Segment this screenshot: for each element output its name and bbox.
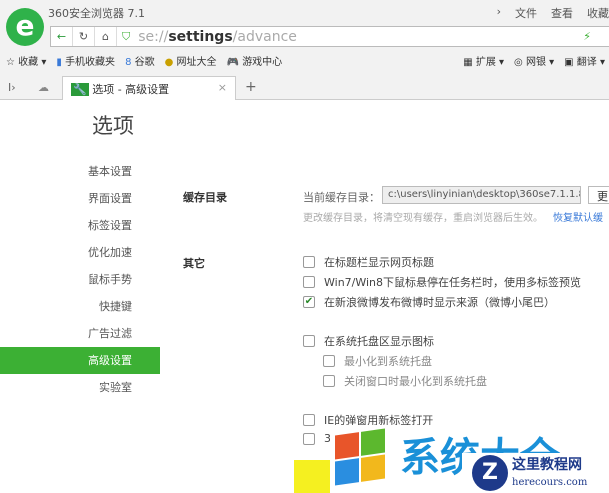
browser-chrome: e 360安全浏览器 7.1 › 文件 查看 收藏 ← ↻ ⌂ ⛉ se://s… (0, 0, 609, 100)
checkbox[interactable] (303, 256, 315, 268)
option-row[interactable]: ✔ 在新浪微博发布微博时显示来源（微博小尾巴） (303, 294, 555, 310)
option-label: 关闭窗口时最小化到系统托盘 (344, 375, 487, 388)
cache-current-label: 当前缓存目录： (303, 191, 380, 204)
restore-default-link[interactable]: 恢复默认缓 (553, 209, 603, 224)
other-label: 其它 (183, 257, 205, 270)
extensions-button[interactable]: ▦ 扩展 ▾ (463, 53, 504, 68)
toolbar-right: ▦ 扩展 ▾ ◎ 网银 ▾ ▣ 翻译 ▾ (463, 53, 605, 68)
bookmark-sites[interactable]: ● 网址大全 (165, 53, 217, 68)
option-row[interactable]: Win7/Win8下鼠标悬停在任务栏时，使用多标签预览 (303, 274, 581, 290)
option-row[interactable]: 3 (303, 432, 331, 445)
bookmark-favorites[interactable]: ☆ 收藏 ▾ (6, 53, 46, 68)
nav-basic[interactable]: 基本设置 (0, 158, 160, 185)
option-label: 在新浪微博发布微博时显示来源（微博小尾巴） (324, 296, 555, 309)
translate-button[interactable]: ▣ 翻译 ▾ (564, 53, 605, 68)
menu-favorites[interactable]: 收藏 (587, 5, 609, 21)
address-bar[interactable]: ← ↻ ⌂ ⛉ se://settings/advance ⚡ (50, 26, 609, 47)
bookmark-mobile[interactable]: ▮ 手机收藏夹 (56, 53, 115, 68)
window-title: 360安全浏览器 7.1 (48, 7, 145, 20)
back-icon[interactable]: ← (51, 27, 73, 46)
page-title: 选项 (92, 114, 134, 138)
change-cache-button[interactable]: 更 (588, 186, 609, 204)
lightning-icon[interactable]: ⚡ (583, 30, 591, 43)
tab-strip: I› ☁ 🔧 选项 - 高级设置 × + (0, 76, 609, 100)
cloud-icon[interactable]: ☁ (38, 81, 49, 94)
bookmark-games[interactable]: 🎮 游戏中心 (227, 53, 283, 68)
option-row[interactable]: 最小化到系统托盘 (323, 353, 432, 369)
option-label: 在标题栏显示网页标题 (324, 256, 434, 269)
checkbox[interactable] (303, 335, 315, 347)
tab-settings[interactable]: 🔧 选项 - 高级设置 × (62, 76, 236, 100)
nav-optimize[interactable]: 优化加速 (0, 239, 160, 266)
menu-view[interactable]: 查看 (551, 5, 573, 21)
browser-logo-icon: e (6, 8, 44, 46)
nav-interface[interactable]: 界面设置 (0, 185, 160, 212)
bank-button[interactable]: ◎ 网银 ▾ (514, 53, 554, 68)
nav-adblock[interactable]: 广告过滤 (0, 320, 160, 347)
checkbox[interactable] (303, 414, 315, 426)
windows-logo-icon (335, 428, 385, 486)
shield-icon: ⛉ (122, 29, 131, 43)
menu-arrow-icon[interactable]: › (497, 5, 501, 21)
option-row[interactable]: 在标题栏显示网页标题 (303, 254, 434, 270)
nav-shortcuts[interactable]: 快捷键 (0, 293, 160, 320)
cache-note: 更改缓存目录，将清空现有缓存，重启浏览器后生效。 恢复默认缓 (303, 209, 603, 224)
nav-tabs[interactable]: 标签设置 (0, 212, 160, 239)
checkbox[interactable] (323, 375, 335, 387)
option-row[interactable]: 关闭窗口时最小化到系统托盘 (323, 373, 487, 389)
menu-bar: › 文件 查看 收藏 (497, 5, 609, 21)
nav-mouse-gestures[interactable]: 鼠标手势 (0, 266, 160, 293)
sidebar-toggle-icon[interactable]: I› (8, 81, 16, 94)
checkbox[interactable] (303, 432, 315, 445)
nav-advanced[interactable]: 高级设置 (0, 347, 160, 374)
settings-nav: 基本设置 界面设置 标签设置 优化加速 鼠标手势 快捷键 广告过滤 高级设置 实… (0, 158, 160, 401)
reload-icon[interactable]: ↻ (73, 27, 95, 46)
new-tab-button[interactable]: + (245, 79, 257, 95)
cache-label: 缓存目录 (183, 191, 227, 204)
option-label: 最小化到系统托盘 (344, 355, 432, 368)
tab-close-icon[interactable]: × (218, 81, 227, 94)
url-text[interactable]: se://settings/advance (138, 29, 297, 45)
wrench-icon: 🔧 (71, 83, 89, 96)
cache-path-input[interactable]: c:\users\linyinian\desktop\360se7.1.1.80… (382, 186, 581, 204)
checkbox[interactable] (303, 276, 315, 288)
z-logo-icon: Z (472, 455, 508, 491)
nav-lab[interactable]: 实验室 (0, 374, 160, 401)
checkbox[interactable]: ✔ (303, 296, 315, 308)
bookmark-google[interactable]: 8 谷歌 (125, 53, 155, 68)
checkbox[interactable] (323, 355, 335, 367)
option-label: Win7/Win8下鼠标悬停在任务栏时，使用多标签预览 (324, 276, 582, 289)
menu-file[interactable]: 文件 (515, 5, 537, 21)
option-row[interactable]: 在系统托盘区显示图标 (303, 333, 434, 349)
watermark-herecours: Z 这里教程网 herecours.com (462, 453, 609, 493)
option-label: 在系统托盘区显示图标 (324, 335, 434, 348)
home-icon[interactable]: ⌂ (95, 27, 117, 46)
